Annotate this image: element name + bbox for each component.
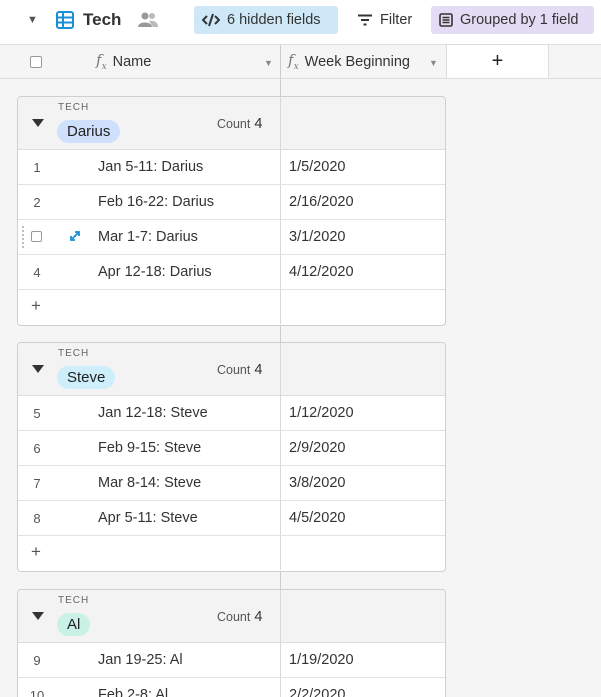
table-row-hovered[interactable]: Mar 1-7: Darius 3/1/2020 (18, 220, 445, 255)
row-number: 2 (33, 195, 41, 210)
group-al: TECH Al Count 4 9 Jan 19-25: Al 1/19/2020… (17, 589, 446, 697)
cell-name[interactable]: Feb 16-22: Darius (98, 194, 214, 210)
select-all-checkbox[interactable] (30, 56, 42, 68)
group-steve: TECH Steve Count 4 5 Jan 12-18: Steve 1/1… (17, 342, 446, 572)
cell-name[interactable]: Apr 12-18: Darius (98, 264, 212, 280)
cell-week-beginning[interactable]: 2/9/2020 (289, 440, 345, 456)
row-number: 10 (29, 688, 45, 697)
group-field-label: TECH (58, 102, 90, 113)
cell-week-beginning[interactable]: 4/5/2020 (289, 510, 345, 526)
view-title[interactable]: Tech (83, 10, 121, 30)
drag-handle-icon[interactable] (21, 225, 26, 249)
row-checkbox[interactable] (31, 231, 42, 242)
table-row[interactable]: 5 Jan 12-18: Steve 1/12/2020 (18, 396, 445, 431)
table-menu-caret-icon[interactable]: ▼ (27, 14, 38, 26)
expand-record-icon[interactable] (68, 229, 82, 243)
row-number: 5 (33, 406, 41, 421)
filter-icon (358, 14, 372, 26)
group-field-label: TECH (58, 348, 90, 359)
table-row[interactable]: 8 Apr 5-11: Steve 4/5/2020 (18, 501, 445, 536)
table-row[interactable]: 1 Jan 5-11: Darius 1/5/2020 (18, 150, 445, 185)
cell-week-beginning[interactable]: 2/2/2020 (289, 687, 345, 697)
hide-fields-icon (202, 13, 220, 27)
cell-week-beginning[interactable]: 1/19/2020 (289, 652, 354, 668)
formula-field-icon: fx (96, 51, 107, 72)
group-header: TECH Al Count 4 (18, 590, 445, 643)
add-field-button[interactable]: + (446, 45, 549, 78)
grid-view-icon (56, 11, 74, 29)
group-header: TECH Darius Count 4 (18, 97, 445, 150)
cell-name[interactable]: Apr 5-11: Steve (98, 510, 198, 526)
group-value-pill: Steve (57, 366, 116, 389)
collaborators-icon[interactable] (137, 11, 159, 29)
cell-week-beginning[interactable]: 4/12/2020 (289, 264, 354, 280)
table-row[interactable]: 4 Apr 12-18: Darius 4/12/2020 (18, 255, 445, 290)
group-darius: TECH Darius Count 4 1 Jan 5-11: Darius 1/… (17, 96, 446, 326)
group-button[interactable]: Grouped by 1 field (431, 6, 594, 34)
cell-name[interactable]: Jan 19-25: Al (98, 652, 183, 668)
add-record-row[interactable]: + (18, 290, 445, 324)
row-number: 7 (33, 476, 41, 491)
cell-name[interactable]: Mar 1-7: Darius (98, 229, 198, 245)
formula-field-icon: fx (288, 51, 299, 72)
hidden-fields-label: 6 hidden fields (227, 12, 321, 28)
collapse-triangle-icon[interactable] (32, 612, 44, 620)
row-number: 6 (33, 441, 41, 456)
chevron-down-icon[interactable]: ▼ (429, 58, 438, 68)
group-count: Count 4 (217, 116, 263, 132)
cell-week-beginning[interactable]: 2/16/2020 (289, 194, 354, 210)
column-header-name[interactable]: fx Name ▼ (96, 45, 280, 78)
column-header-row: fx Name ▼ fx Week Beginning ▼ + (0, 44, 601, 79)
group-value-pill: Al (57, 613, 91, 636)
row-number: 8 (33, 511, 41, 526)
table-row[interactable]: 2 Feb 16-22: Darius 2/16/2020 (18, 185, 445, 220)
table-row[interactable]: 7 Mar 8-14: Steve 3/8/2020 (18, 466, 445, 501)
column-header-week-beginning[interactable]: fx Week Beginning ▼ (280, 45, 446, 78)
group-count: Count 4 (217, 609, 263, 625)
cell-name[interactable]: Mar 8-14: Steve (98, 475, 201, 491)
row-number: 9 (33, 653, 41, 668)
add-record-row[interactable]: + (18, 536, 445, 570)
collapse-triangle-icon[interactable] (32, 119, 44, 127)
table-row[interactable]: 10 Feb 2-8: Al 2/2/2020 (18, 678, 445, 697)
row-number: 4 (33, 265, 41, 280)
filter-button[interactable]: Filter (349, 6, 421, 34)
add-record-button[interactable]: + (31, 296, 41, 316)
group-header: TECH Steve Count 4 (18, 343, 445, 396)
cell-week-beginning[interactable]: 3/8/2020 (289, 475, 345, 491)
cell-week-beginning[interactable]: 1/12/2020 (289, 405, 354, 421)
cell-name[interactable]: Feb 9-15: Steve (98, 440, 201, 456)
toolbar: ▼ Tech 6 hidden fields Filter Grouped by… (0, 0, 601, 44)
group-value-pill: Darius (57, 120, 121, 143)
hidden-fields-button[interactable]: 6 hidden fields (194, 6, 338, 34)
filter-label: Filter (380, 12, 413, 28)
chevron-down-icon[interactable]: ▼ (264, 58, 273, 68)
collapse-triangle-icon[interactable] (32, 365, 44, 373)
row-number: 1 (33, 160, 41, 175)
group-icon (439, 13, 453, 27)
column-week-label: Week Beginning (304, 53, 410, 70)
cell-name[interactable]: Jan 5-11: Darius (98, 159, 203, 175)
cell-week-beginning[interactable]: 1/5/2020 (289, 159, 345, 175)
cell-week-beginning[interactable]: 3/1/2020 (289, 229, 345, 245)
group-field-label: TECH (58, 595, 90, 606)
table-row[interactable]: 6 Feb 9-15: Steve 2/9/2020 (18, 431, 445, 466)
group-count: Count 4 (217, 362, 263, 378)
cell-name[interactable]: Jan 12-18: Steve (98, 405, 208, 421)
group-label: Grouped by 1 field (460, 12, 579, 28)
table-row[interactable]: 9 Jan 19-25: Al 1/19/2020 (18, 643, 445, 678)
cell-name[interactable]: Feb 2-8: Al (98, 687, 168, 697)
add-record-button[interactable]: + (31, 542, 41, 562)
column-name-label: Name (112, 53, 152, 70)
